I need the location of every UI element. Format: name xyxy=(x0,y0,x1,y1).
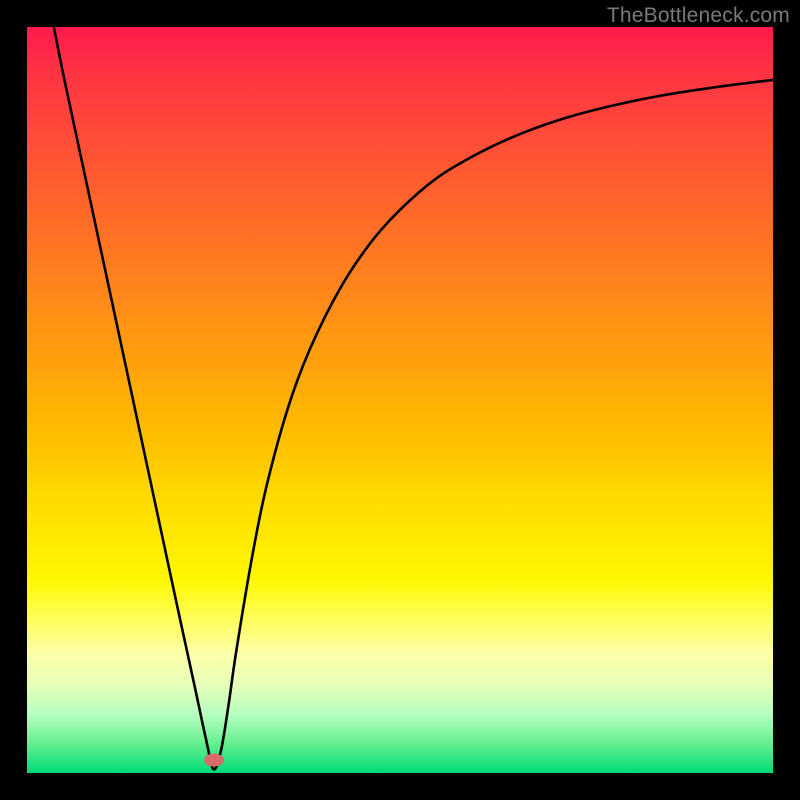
watermark-label: TheBottleneck.com xyxy=(607,4,790,28)
bottleneck-curve xyxy=(27,27,773,773)
optimal-point-marker xyxy=(204,754,224,767)
chart-plot-area xyxy=(27,27,773,773)
